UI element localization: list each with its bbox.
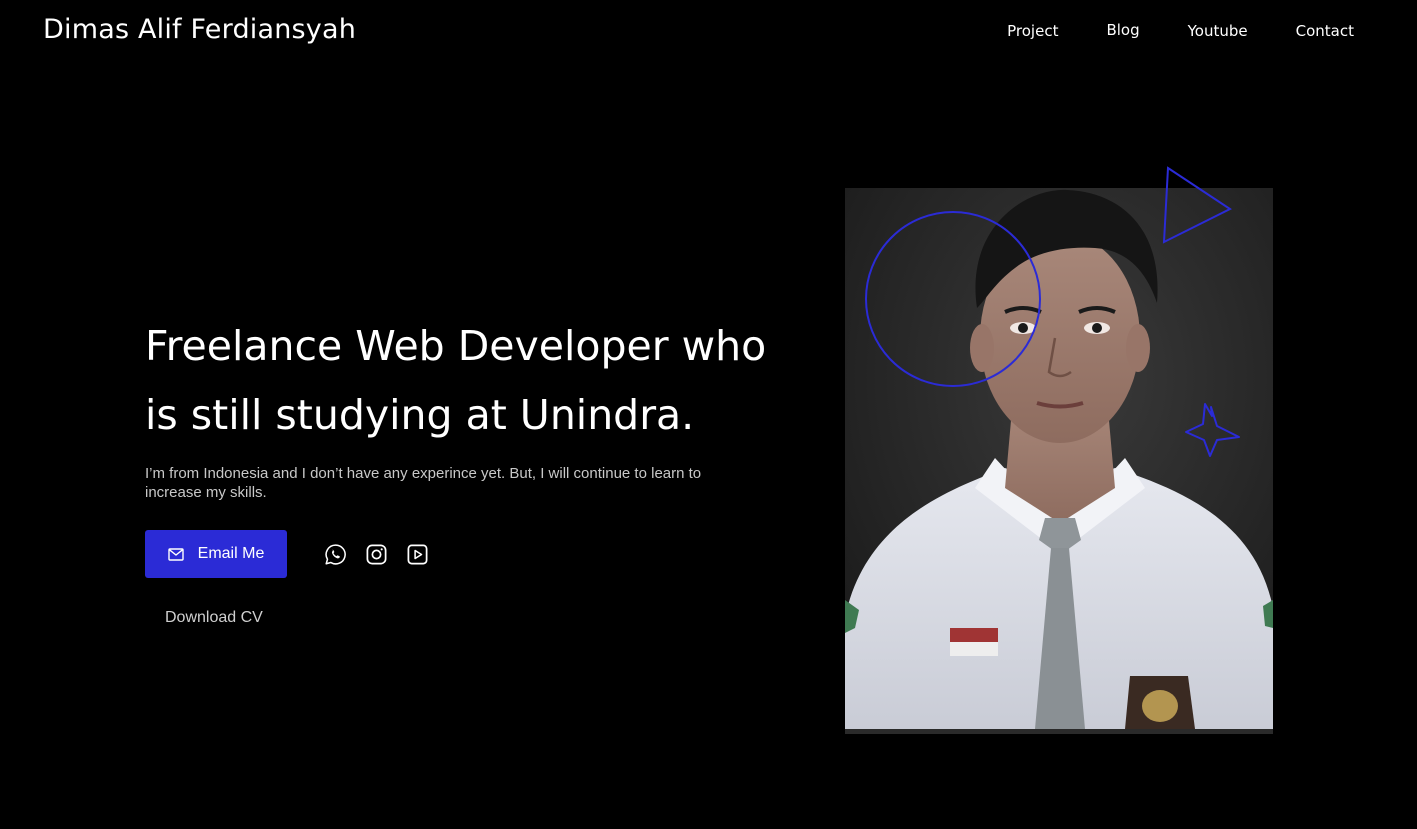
download-cv-link[interactable]: Download CV xyxy=(165,609,263,627)
hero-subtext: I’m from Indonesia and I don’t have any … xyxy=(145,465,702,501)
nav-link-project[interactable]: Project xyxy=(1007,22,1058,40)
profile-photo-frame xyxy=(845,188,1273,734)
photo-base xyxy=(845,729,1273,734)
hero-headline-line2: is still studying at Unindra. xyxy=(145,391,695,439)
instagram-icon[interactable] xyxy=(365,543,388,566)
page: Dimas Alif Ferdiansyah Project Blog Yout… xyxy=(0,0,1417,829)
profile-photo xyxy=(845,188,1273,729)
whatsapp-icon[interactable] xyxy=(324,543,347,566)
nav-link-contact[interactable]: Contact xyxy=(1296,22,1354,40)
hero-headline-line1: Freelance Web Developer who xyxy=(145,322,767,370)
main-nav: Project Blog Youtube Contact xyxy=(959,21,1354,40)
site-brand[interactable]: Dimas Alif Ferdiansyah xyxy=(43,14,356,45)
email-me-button[interactable]: Email Me xyxy=(145,530,287,578)
email-me-label: Email Me xyxy=(197,545,265,562)
nav-link-blog[interactable]: Blog xyxy=(1106,21,1139,39)
hero-headline: Freelance Web Developer who is still stud… xyxy=(145,312,805,450)
social-links xyxy=(324,543,429,566)
youtube-icon[interactable] xyxy=(406,543,429,566)
mail-icon xyxy=(167,547,184,561)
nav-link-youtube[interactable]: Youtube xyxy=(1188,22,1248,40)
